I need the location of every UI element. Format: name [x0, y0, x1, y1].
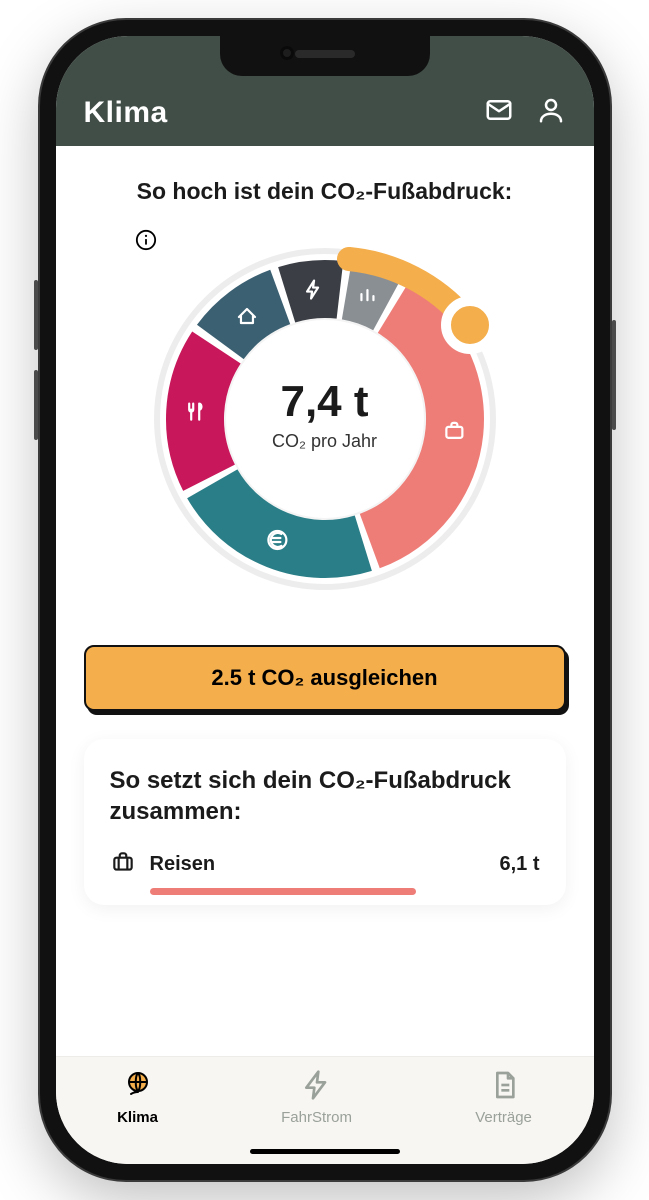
- home-indicator[interactable]: [250, 1149, 400, 1154]
- tab-klima[interactable]: Klima: [117, 1069, 158, 1126]
- screen: Klima So hoch ist dein CO₂-Fußabdruck:: [56, 36, 594, 1164]
- tab-label: Klima: [117, 1109, 158, 1126]
- offset-button[interactable]: 2.5 t CO₂ ausgleichen: [84, 645, 566, 711]
- headline: So hoch ist dein CO₂-Fußabdruck:: [84, 178, 566, 205]
- tab-label: FahrStrom: [281, 1109, 352, 1126]
- phone-frame: Klima So hoch ist dein CO₂-Fußabdruck:: [40, 20, 610, 1180]
- donut-sub: CO₂ pro Jahr: [272, 431, 377, 452]
- row-label: Reisen: [150, 853, 486, 876]
- row-value: 6,1 t: [499, 853, 539, 876]
- notch: [220, 36, 430, 76]
- breakdown-title: So setzt sich dein CO₂-Fußabdruck zusamm…: [110, 765, 540, 827]
- list-item[interactable]: Reisen 6,1 t: [110, 849, 540, 880]
- bottom-nav: Klima FahrStrom Verträge: [56, 1056, 594, 1164]
- mail-icon[interactable]: [484, 95, 514, 130]
- page-title: Klima: [84, 96, 168, 130]
- doc-icon: [488, 1069, 520, 1105]
- suitcase-icon: [110, 849, 136, 880]
- row-bar: [150, 888, 417, 895]
- tab-vertraege[interactable]: Verträge: [475, 1069, 532, 1126]
- breakdown-card: So setzt sich dein CO₂-Fußabdruck zusamm…: [84, 739, 566, 905]
- footprint-donut[interactable]: 7,4 t CO₂ pro Jahr: [135, 229, 515, 609]
- profile-icon[interactable]: [536, 95, 566, 130]
- globe-icon: [122, 1069, 154, 1105]
- tab-label: Verträge: [475, 1109, 532, 1126]
- donut-value: 7,4 t: [280, 377, 368, 427]
- tab-fahrstrom[interactable]: FahrStrom: [281, 1069, 352, 1126]
- bolt-icon: [301, 1069, 333, 1105]
- content: So hoch ist dein CO₂-Fußabdruck:: [56, 146, 594, 1056]
